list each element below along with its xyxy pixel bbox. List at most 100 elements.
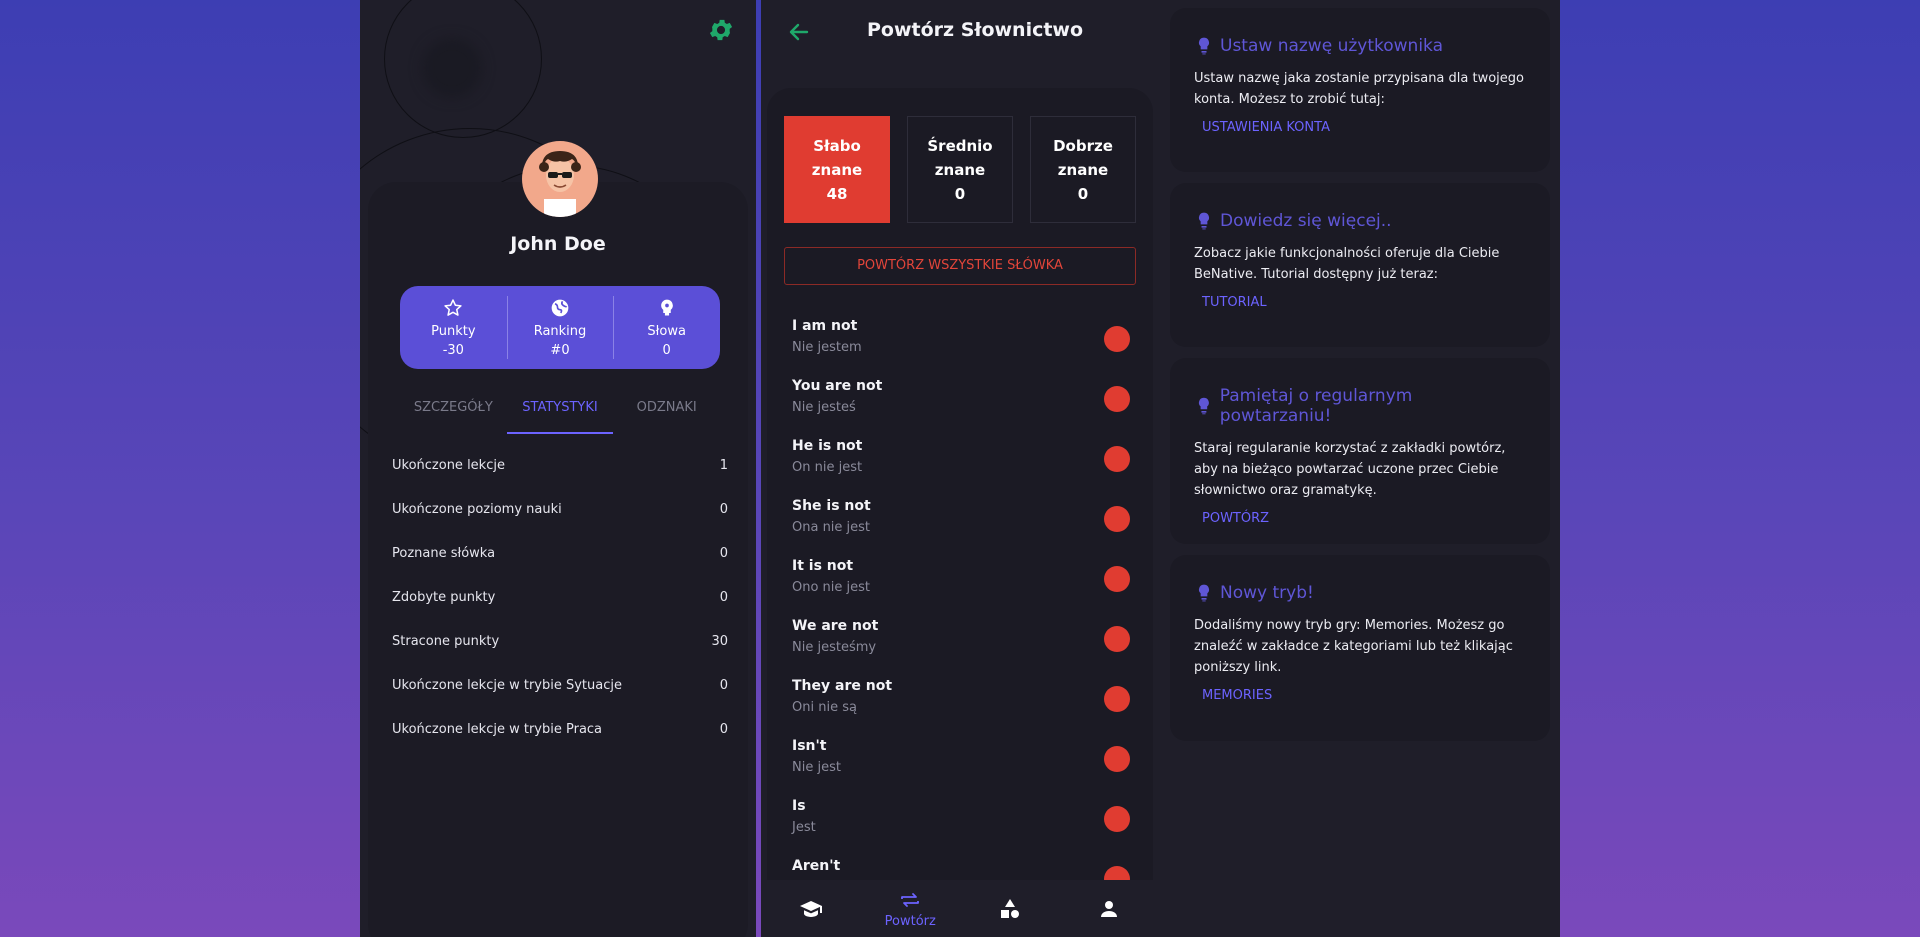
brain-icon: [660, 299, 673, 315]
word-polish: Nie jesteśmy: [792, 640, 877, 655]
word-english: We are not: [792, 618, 879, 634]
shapes-icon: [1000, 898, 1019, 918]
memories-link[interactable]: MEMORIES: [1202, 688, 1272, 703]
nav-repeat[interactable]: Powtórz: [861, 880, 961, 937]
tip-body: Staraj regularanie korzystać z zakładki …: [1194, 441, 1506, 498]
level-label: znane: [1057, 160, 1109, 179]
word-english: They are not: [792, 678, 893, 694]
nav-categories[interactable]: [960, 880, 1060, 937]
knowledge-levels: Słabo znane 48 Średnio znane 0 Dobrze zn…: [784, 116, 1136, 223]
graduation-cap-icon: [799, 900, 822, 917]
level-label: Słabo: [813, 136, 861, 155]
status-dot: [1104, 746, 1130, 772]
word-list: I am not Nie jestem You are not Nie jest…: [792, 318, 1130, 918]
list-item[interactable]: It is not Ono nie jest: [792, 558, 1130, 618]
back-arrow-icon[interactable]: [787, 20, 811, 44]
profile-stats: Punkty -30 Ranking #0 Słowa 0: [400, 286, 720, 369]
list-item[interactable]: Isn't Nie jest: [792, 738, 1130, 798]
stat-label: Ranking: [533, 323, 587, 339]
list-item[interactable]: I am not Nie jestem: [792, 318, 1130, 378]
level-count: 48: [826, 184, 848, 203]
word-english: Aren't: [792, 858, 841, 874]
bottom-navigation: Powtórz: [761, 880, 1159, 937]
stat-row-label: Poznane słówka: [392, 546, 496, 561]
tip-title: Nowy tryb!: [1220, 583, 1314, 603]
list-item: Stracone punkty 30: [392, 634, 728, 678]
lightbulb-icon: [1198, 212, 1210, 230]
stat-row-label: Ukończone lekcje: [392, 458, 505, 473]
nav-profile[interactable]: [1060, 880, 1160, 937]
level-label: Dobrze: [1053, 136, 1113, 155]
profile-tabs: SZCZEGÓŁY STATYSTYKI ODZNAKI: [400, 390, 720, 434]
word-polish: Nie jest: [792, 760, 841, 775]
list-item[interactable]: You are not Nie jesteś: [792, 378, 1130, 438]
tip-body: Ustaw nazwę jaka zostanie przypisana dla…: [1194, 71, 1524, 107]
word-polish: Jest: [792, 820, 816, 835]
page-title: Powtórz Słownictwo: [867, 19, 1084, 41]
repeat-link[interactable]: POWTÓRZ: [1202, 511, 1269, 526]
word-english: He is not: [792, 438, 863, 454]
list-item: Zdobyte punkty 0: [392, 590, 728, 634]
status-dot: [1104, 806, 1130, 832]
stat-row-value: 30: [711, 634, 728, 649]
tip-card: Ustaw nazwę użytkownika Ustaw nazwę jaka…: [1170, 8, 1550, 172]
stat-row-label: Zdobyte punkty: [392, 590, 496, 605]
level-medium-button[interactable]: Średnio znane 0: [907, 116, 1013, 223]
nav-lessons[interactable]: [761, 880, 861, 937]
nav-label: Powtórz: [884, 914, 936, 929]
status-dot: [1104, 506, 1130, 532]
stat-value: 0: [662, 342, 671, 358]
review-panel: Powtórz Słownictwo Słabo znane 48 Średni…: [761, 0, 1159, 937]
tip-title: Ustaw nazwę użytkownika: [1220, 36, 1444, 56]
status-dot: [1104, 626, 1130, 652]
list-item[interactable]: We are not Nie jesteśmy: [792, 618, 1130, 678]
stat-label: Punkty: [431, 323, 476, 339]
level-label: znane: [934, 160, 986, 179]
list-item: Ukończone lekcje 1: [392, 458, 728, 502]
tip-header: Dowiedz się więcej..: [1194, 211, 1526, 231]
status-dot: [1104, 566, 1130, 592]
level-label: znane: [811, 160, 863, 179]
stat-row-value: 0: [719, 546, 728, 561]
lightbulb-icon: [1198, 584, 1210, 602]
list-item[interactable]: Is Jest: [792, 798, 1130, 858]
tip-card: Pamiętaj o regularnym powtarzaniu! Stara…: [1170, 358, 1550, 544]
tip-title: Pamiętaj o regularnym powtarzaniu!: [1219, 386, 1413, 426]
tab-statistics[interactable]: STATYSTYKI: [506, 390, 614, 434]
tab-badges[interactable]: ODZNAKI: [613, 390, 720, 434]
stat-row-label: Ukończone lekcje w trybie Praca: [392, 722, 603, 737]
list-item: Poznane słówka 0: [392, 546, 728, 590]
tab-details[interactable]: SZCZEGÓŁY: [400, 390, 507, 434]
word-english: She is not: [792, 498, 871, 514]
status-dot: [1104, 326, 1130, 352]
tip-card: Dowiedz się więcej.. Zobacz jakie funkcj…: [1170, 183, 1550, 347]
level-count: 0: [954, 184, 966, 203]
stat-row-value: 0: [719, 722, 728, 737]
level-count: 0: [1077, 184, 1089, 203]
list-item[interactable]: She is not Ona nie jest: [792, 498, 1130, 558]
tips-panel: Ustaw nazwę użytkownika Ustaw nazwę jaka…: [1159, 0, 1560, 937]
status-dot: [1104, 446, 1130, 472]
profile-panel: John Doe Punkty -30 Ranking #0 Słowa 0 S…: [360, 0, 756, 937]
level-weak-button[interactable]: Słabo znane 48: [784, 116, 890, 223]
stat-row-label: Ukończone lekcje w trybie Sytuacje: [392, 678, 622, 693]
repeat-all-words-button[interactable]: POWTÓRZ WSZYSTKIE SŁÓWKA: [784, 247, 1136, 285]
list-item[interactable]: They are not Oni nie są: [792, 678, 1130, 738]
user-name: John Doe: [510, 233, 606, 255]
tutorial-link[interactable]: TUTORIAL: [1202, 295, 1267, 310]
account-settings-link[interactable]: USTAWIENIA KONTA: [1202, 120, 1330, 135]
stat-row-value: 1: [719, 458, 728, 473]
stat-value: #0: [550, 342, 570, 358]
globe-icon: [551, 299, 569, 316]
level-good-button[interactable]: Dobrze znane 0: [1030, 116, 1136, 223]
word-english: It is not: [792, 558, 854, 574]
word-polish: Nie jestem: [792, 340, 862, 355]
list-item: Ukończone poziomy nauki 0: [392, 502, 728, 546]
tip-card: Nowy tryb! Dodaliśmy nowy tryb gry: Memo…: [1170, 555, 1550, 741]
person-icon: [1101, 900, 1118, 917]
statistics-list: Ukończone lekcje 1 Ukończone poziomy nauk…: [392, 458, 728, 766]
word-english: Is: [792, 798, 806, 814]
settings-gear-icon[interactable]: [707, 16, 735, 44]
list-item[interactable]: He is not On nie jest: [792, 438, 1130, 498]
level-label: Średnio: [927, 136, 993, 155]
